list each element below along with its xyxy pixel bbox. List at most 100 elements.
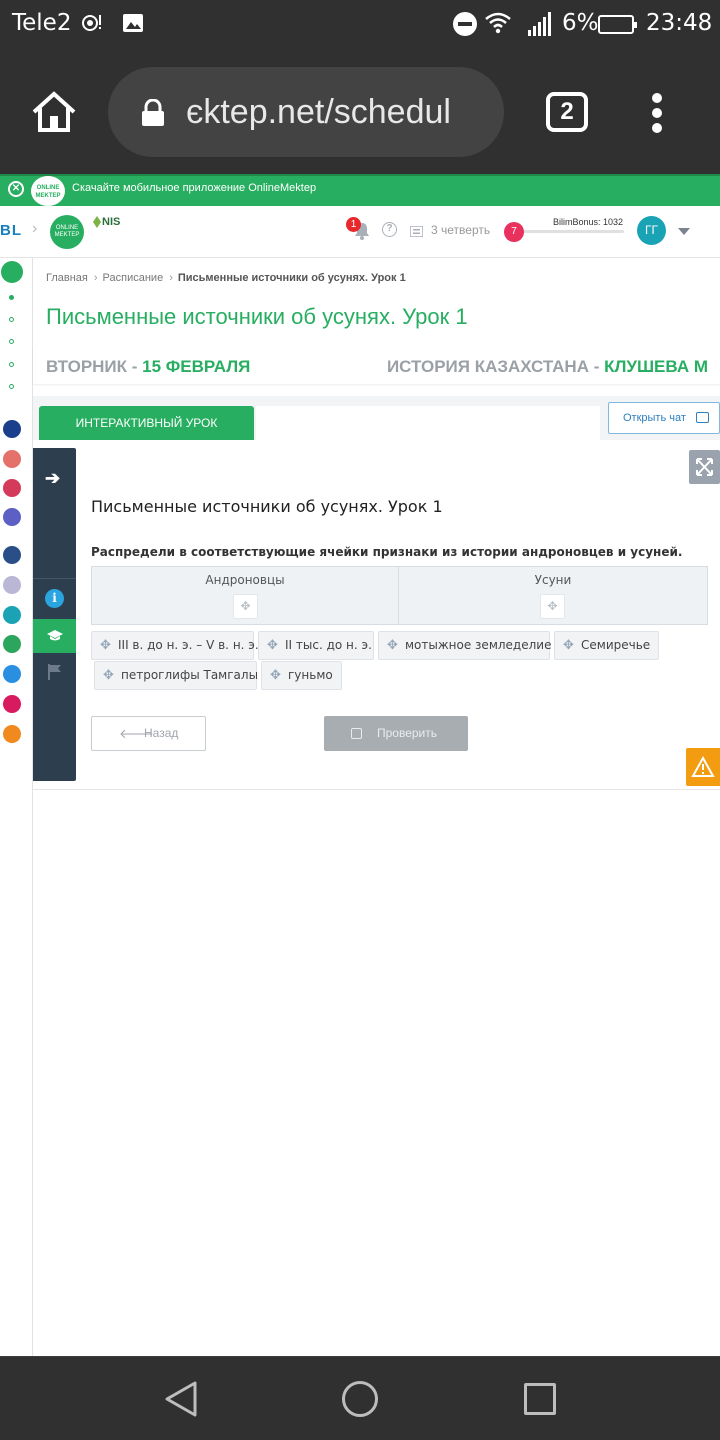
move-icon: ✥ xyxy=(103,668,114,683)
draggable-chip[interactable]: ✥ гуньмо xyxy=(261,661,342,690)
draggable-chip[interactable]: ✥ Семиречье xyxy=(554,631,659,660)
tab-interactive-lesson[interactable]: ИНТЕРАКТИВНЫЙ УРОК xyxy=(39,406,254,440)
hotspot-icon xyxy=(80,11,104,40)
list-icon xyxy=(409,224,424,238)
banner-text[interactable]: Скачайте мобильное приложение OnlineMekt… xyxy=(72,182,316,194)
flag-icon[interactable] xyxy=(48,664,62,680)
status-bar: Tele2 6% 23:48 xyxy=(0,0,720,50)
rail-app-icon[interactable] xyxy=(3,508,21,526)
browser-menu-icon[interactable] xyxy=(650,93,664,133)
rail-app-icon[interactable] xyxy=(3,665,21,683)
breadcrumb-separator: › xyxy=(93,272,98,284)
drop-target[interactable]: ✥ xyxy=(233,594,258,619)
avatar[interactable]: ГГ xyxy=(637,216,666,245)
chip-label: II тыс. до н. э. xyxy=(285,638,372,652)
banner-logo: ONLINE MEKTEP xyxy=(31,176,65,206)
info-icon[interactable]: i xyxy=(45,589,64,608)
drop-table: Андроновцы ✥ Усуни ✥ xyxy=(91,566,708,625)
drop-target[interactable]: ✥ xyxy=(540,594,565,619)
checkbox-icon xyxy=(351,728,362,739)
warning-icon xyxy=(691,755,715,777)
address-bar[interactable]: єktep.net/schedul xyxy=(108,67,504,157)
notification-badge: 1 xyxy=(346,217,361,232)
rail-app-icon[interactable] xyxy=(3,420,21,438)
move-icon: ✥ xyxy=(563,638,574,653)
chevron-down-icon[interactable] xyxy=(678,228,690,235)
draggable-chip[interactable]: ✥ петроглифы Тамгалы xyxy=(94,661,259,690)
lesson-tabs: ИНТЕРАКТИВНЫЙ УРОК Открыть чат xyxy=(33,396,720,440)
report-problem-button[interactable] xyxy=(686,748,720,786)
home-circle-icon[interactable] xyxy=(342,1381,378,1417)
bilimbonus-label: BilimBonus: 1032 xyxy=(553,217,624,227)
left-app-rail xyxy=(0,258,33,1356)
rail-onlinemektep-logo[interactable] xyxy=(1,261,23,283)
rail-app-icon[interactable] xyxy=(3,546,21,564)
draggable-chip[interactable]: ✥ III в. до н. э. – V в. н. э. xyxy=(91,631,259,660)
home-icon[interactable] xyxy=(30,90,78,134)
site-header: BL › ONLINE MEKTEP NIS 1 ? 3 четверть Bi… xyxy=(0,206,720,258)
breadcrumb-current: Письменные источники об усунях. Урок 1 xyxy=(177,272,406,284)
lesson-day: ВТОРНИК - 15 ФЕВРАЛЯ xyxy=(46,357,250,377)
lesson-mode-button[interactable] xyxy=(33,619,76,653)
move-icon: ✥ xyxy=(100,638,111,653)
bl-logo[interactable]: BL xyxy=(0,222,22,239)
move-icon: ✥ xyxy=(270,668,281,683)
column-header: Андроновцы xyxy=(205,573,285,587)
column-header: Усуни xyxy=(534,573,572,587)
divider xyxy=(33,578,76,579)
move-icon: ✥ xyxy=(387,638,398,653)
breadcrumb-schedule[interactable]: Расписание xyxy=(103,272,164,284)
close-icon[interactable]: ✕ xyxy=(8,181,24,197)
nis-logo-text: NIS xyxy=(102,216,121,228)
app-download-banner: ✕ ONLINE MEKTEP Скачайте мобильное прило… xyxy=(0,174,720,206)
subject-name: ИСТОРИЯ КАЗАХСТАНА - xyxy=(386,357,605,376)
draggable-chip[interactable]: ✥ II тыс. до н. э. xyxy=(258,631,374,660)
draggable-chip[interactable]: ✥ мотыжное земледелие xyxy=(378,631,552,660)
graduation-cap-icon xyxy=(47,629,63,641)
onlinemektep-logo[interactable]: ONLINE MEKTEP xyxy=(50,215,84,249)
battery-percent: 6% xyxy=(562,10,599,36)
back-button[interactable]: 🡐 Назад xyxy=(91,716,206,751)
back-triangle-icon[interactable] xyxy=(163,1381,199,1417)
carrier-label: Tele2 xyxy=(12,10,72,36)
rail-app-icon[interactable] xyxy=(3,450,21,468)
rail-app-icon[interactable] xyxy=(3,695,21,713)
breadcrumb-separator: › xyxy=(169,272,173,284)
lesson-panel: ➔ i Письменные источники об усунях. Урок… xyxy=(33,440,720,790)
gallery-icon xyxy=(121,11,145,40)
rail-nav-dot[interactable] xyxy=(9,339,14,344)
nis-logo[interactable]: NIS xyxy=(92,216,124,250)
rail-app-icon[interactable] xyxy=(3,725,21,743)
recent-apps-icon[interactable] xyxy=(524,1383,556,1415)
bonus-progress-bar xyxy=(512,230,624,233)
tab-switcher-button[interactable]: 2 xyxy=(546,92,588,132)
chip-label: петроглифы Тамгалы xyxy=(121,668,259,682)
lesson-date: 15 ФЕВРАЛЯ xyxy=(142,357,251,376)
rail-app-icon[interactable] xyxy=(3,576,21,594)
breadcrumb-home[interactable]: Главная xyxy=(46,272,88,284)
fullscreen-button[interactable] xyxy=(689,450,720,484)
lesson-subject: ИСТОРИЯ КАЗАХСТАНА - КЛУШЕВА М xyxy=(387,357,708,377)
help-icon[interactable]: ? xyxy=(382,222,397,237)
rail-nav-dot[interactable] xyxy=(9,362,14,367)
rail-app-icon[interactable] xyxy=(3,606,21,624)
chip-label: мотыжное земледелие xyxy=(405,638,552,652)
rail-nav-dot[interactable] xyxy=(9,317,14,322)
rail-nav-dot[interactable] xyxy=(9,384,14,389)
rail-app-icon[interactable] xyxy=(3,635,21,653)
arrow-left-icon: 🡐 xyxy=(119,726,154,741)
open-chat-button[interactable]: Открыть чат xyxy=(608,402,720,434)
rail-app-icon[interactable] xyxy=(3,479,21,497)
rail-nav-dot[interactable] xyxy=(9,295,14,300)
lesson-sidebar: ➔ i xyxy=(33,448,76,781)
drop-column: Андроновцы ✥ xyxy=(92,567,399,624)
breadcrumb: Главная › Расписание › Письменные источники … xyxy=(46,272,410,284)
lock-icon xyxy=(140,98,166,127)
chip-label: III в. до н. э. – V в. н. э. xyxy=(118,638,259,652)
task-instruction: Распредели в соответствующие ячейки приз… xyxy=(91,545,683,559)
quarter-selector[interactable]: 3 четверть xyxy=(431,223,490,237)
tab-spacer xyxy=(256,406,600,440)
check-button[interactable]: Проверить xyxy=(324,716,468,751)
teacher-name: КЛУШЕВА М xyxy=(604,357,708,376)
arrow-right-icon[interactable]: ➔ xyxy=(45,468,60,489)
